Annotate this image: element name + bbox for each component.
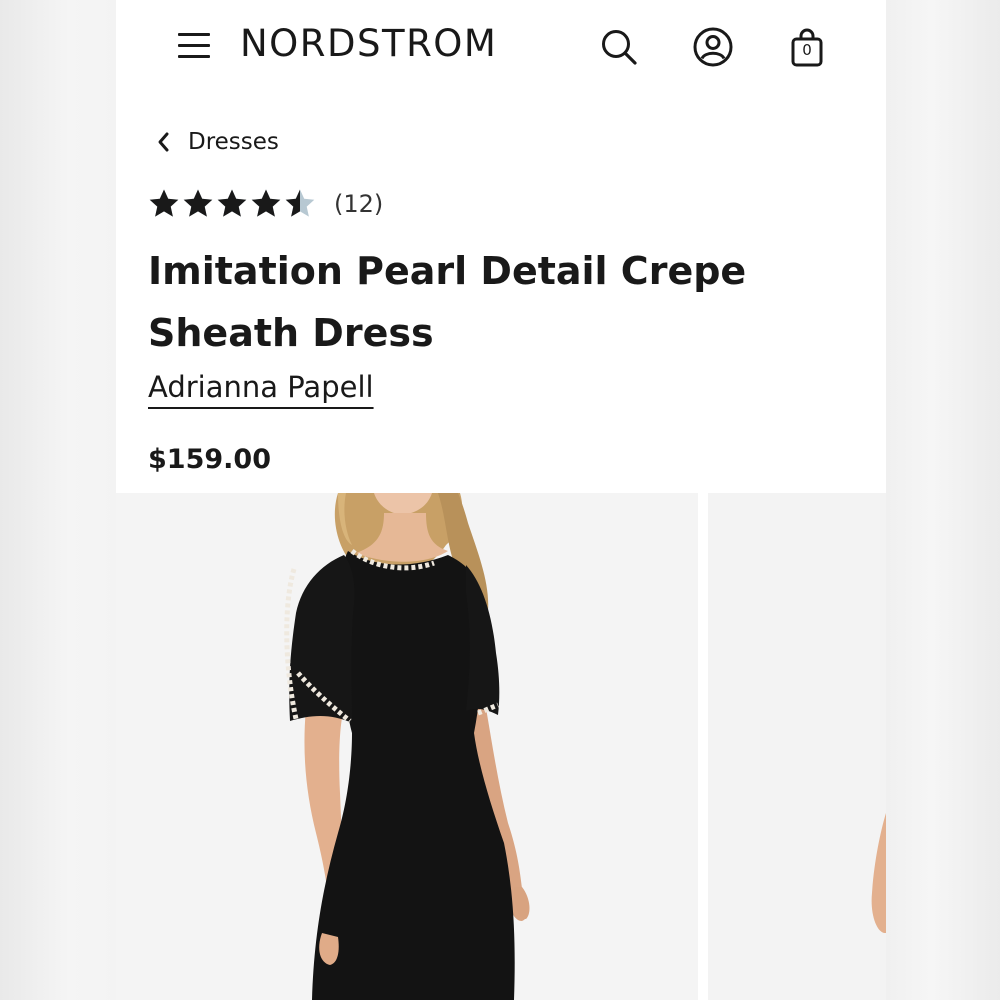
- star-half-icon: [285, 189, 315, 217]
- chevron-left-icon: [158, 132, 169, 152]
- breadcrumb-label: Dresses: [188, 129, 279, 155]
- product-title: Imitation Pearl Detail Crepe Sheath Dres…: [148, 249, 747, 355]
- product-page: NORDSTROM 0 Dresses (12) Imitation Pearl…: [116, 0, 886, 1000]
- main-product-image[interactable]: [116, 493, 698, 1000]
- brand-link[interactable]: Adrianna Papell: [148, 370, 374, 404]
- backdrop-right: [886, 0, 1000, 1000]
- star-rating: [148, 188, 316, 220]
- star-filled-icon: [251, 189, 281, 217]
- star-filled-icon: [183, 189, 213, 217]
- breadcrumb-back-link[interactable]: Dresses: [156, 124, 279, 160]
- star-filled-icon: [149, 189, 179, 217]
- star-filled-icon: [217, 189, 247, 217]
- product-image-gallery[interactable]: [116, 493, 886, 1000]
- review-count[interactable]: (12): [334, 190, 383, 218]
- backdrop-left: [0, 0, 116, 1000]
- site-logo[interactable]: NORDSTROM: [240, 22, 497, 65]
- bag-count: 0: [802, 41, 812, 59]
- product-rating[interactable]: (12): [148, 188, 383, 220]
- menu-icon[interactable]: [176, 30, 212, 62]
- search-icon[interactable]: [598, 26, 640, 68]
- account-icon[interactable]: [692, 26, 734, 68]
- shopping-bag-icon[interactable]: 0: [786, 26, 828, 68]
- next-product-image[interactable]: [708, 493, 886, 1000]
- product-price: $159.00: [148, 444, 271, 475]
